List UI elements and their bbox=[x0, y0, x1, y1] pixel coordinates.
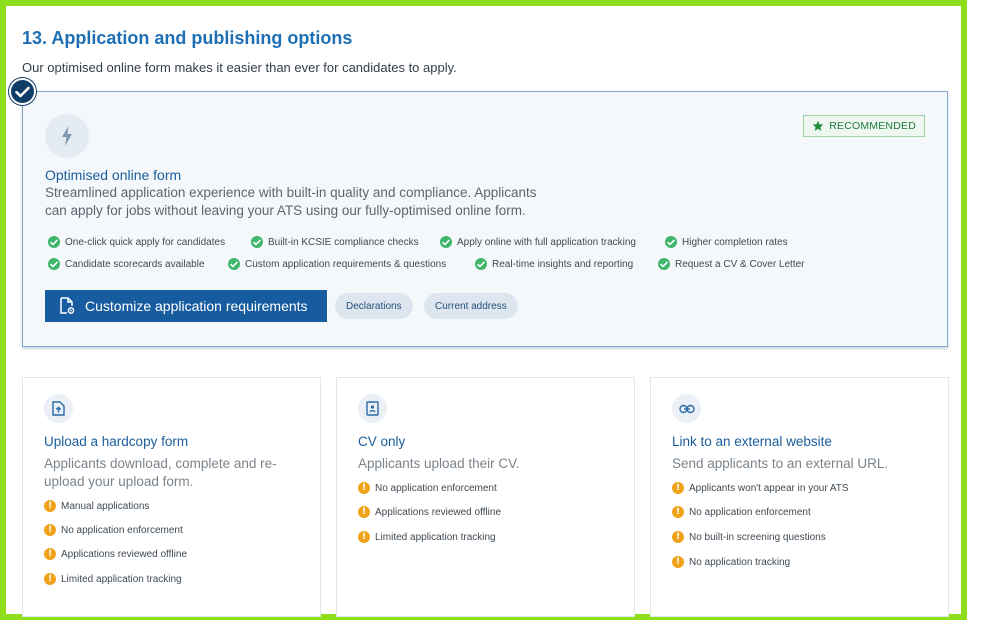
warning-item: ! Applications reviewed offline bbox=[44, 548, 187, 560]
document-settings-icon bbox=[60, 297, 75, 314]
warning-item: ! Manual applications bbox=[44, 500, 149, 512]
chip-declarations[interactable]: Declarations bbox=[335, 293, 413, 319]
warning-icon: ! bbox=[358, 482, 370, 494]
warning-icon: ! bbox=[44, 548, 56, 560]
warning-icon: ! bbox=[672, 506, 684, 518]
feature-label: Apply online with full application track… bbox=[457, 236, 636, 248]
warning-label: No application enforcement bbox=[61, 524, 183, 536]
warning-item: ! Applicants won't appear in your ATS bbox=[672, 482, 849, 494]
option-title: CV only bbox=[358, 434, 406, 449]
option-card-optimised-online-form[interactable]: RECOMMENDED Optimised online form Stream… bbox=[22, 91, 948, 347]
warning-label: Applicants won't appear in your ATS bbox=[689, 482, 849, 494]
star-icon bbox=[812, 120, 824, 131]
option-card-upload-hardcopy-form[interactable]: Upload a hardcopy form Applicants downlo… bbox=[22, 377, 321, 617]
upload-file-icon bbox=[44, 394, 73, 423]
warning-item: ! Limited application tracking bbox=[358, 531, 496, 543]
option-description-line-2: upload your upload form. bbox=[44, 474, 194, 489]
link-icon bbox=[672, 394, 701, 423]
section-subtitle: Our optimised online form makes it easie… bbox=[22, 60, 457, 75]
feature-label: Candidate scorecards available bbox=[65, 258, 205, 270]
option-description-line-1: Send applicants to an external URL. bbox=[672, 456, 889, 471]
warning-icon: ! bbox=[44, 524, 56, 536]
feature-item: Higher completion rates bbox=[665, 236, 788, 248]
warning-label: Manual applications bbox=[61, 500, 150, 512]
warning-label: Limited application tracking bbox=[375, 531, 496, 543]
option-description-line-1: Streamlined application experience with … bbox=[45, 185, 537, 200]
warning-label: No application enforcement bbox=[375, 482, 497, 494]
feature-label: Custom application requirements & questi… bbox=[245, 258, 447, 270]
warning-label: Applications reviewed offline bbox=[61, 548, 188, 560]
warning-item: ! No application enforcement bbox=[358, 482, 497, 494]
option-description-line-1: Applicants download, complete and re- bbox=[44, 456, 277, 471]
chip-current-address[interactable]: Current address bbox=[424, 293, 518, 319]
warning-item: ! No built-in screening questions bbox=[672, 531, 826, 543]
option-title: Upload a hardcopy form bbox=[44, 434, 189, 449]
feature-item: One-click quick apply for candidates bbox=[48, 236, 225, 248]
warning-label: No application enforcement bbox=[689, 506, 811, 518]
warning-label: No application tracking bbox=[689, 556, 791, 568]
warning-icon: ! bbox=[358, 506, 370, 518]
feature-label: One-click quick apply for candidates bbox=[65, 236, 226, 248]
application-options-section: 13. Application and publishing options O… bbox=[0, 0, 967, 620]
check-circle-icon bbox=[658, 258, 670, 270]
warning-label: Limited application tracking bbox=[61, 573, 182, 585]
warning-icon: ! bbox=[672, 531, 684, 543]
feature-item: Candidate scorecards available bbox=[48, 258, 205, 270]
check-circle-icon bbox=[475, 258, 487, 270]
warning-icon: ! bbox=[672, 482, 684, 494]
warning-label: Applications reviewed offline bbox=[375, 506, 502, 518]
feature-item: Request a CV & Cover Letter bbox=[658, 258, 805, 270]
recommended-badge: RECOMMENDED bbox=[803, 115, 925, 137]
cv-document-icon bbox=[358, 394, 387, 423]
check-circle-icon bbox=[665, 236, 677, 248]
feature-item: Apply online with full application track… bbox=[440, 236, 636, 248]
warning-label: No built-in screening questions bbox=[689, 531, 826, 543]
warning-item: ! Limited application tracking bbox=[44, 573, 182, 585]
warning-item: ! No application enforcement bbox=[44, 524, 183, 536]
feature-item: Real-time insights and reporting bbox=[475, 258, 633, 270]
warning-item: ! Applications reviewed offline bbox=[358, 506, 501, 518]
feature-item: Built-in KCSIE compliance checks bbox=[251, 236, 419, 248]
feature-label: Built-in KCSIE compliance checks bbox=[268, 236, 419, 248]
warning-icon: ! bbox=[358, 531, 370, 543]
option-card-cv-only[interactable]: CV only Applicants upload their CV. ! No … bbox=[336, 377, 635, 617]
warning-icon: ! bbox=[672, 556, 684, 568]
warning-item: ! No application tracking bbox=[672, 556, 790, 568]
feature-label: Request a CV & Cover Letter bbox=[675, 258, 805, 270]
check-circle-icon bbox=[440, 236, 452, 248]
option-title: Optimised online form bbox=[45, 167, 182, 183]
check-circle-icon bbox=[251, 236, 263, 248]
option-card-external-website[interactable]: Link to an external website Send applica… bbox=[650, 377, 949, 617]
lightning-icon bbox=[45, 114, 89, 158]
feature-label: Higher completion rates bbox=[682, 236, 788, 248]
warning-icon: ! bbox=[44, 573, 56, 585]
feature-label: Real-time insights and reporting bbox=[492, 258, 634, 270]
selected-checkmark-icon bbox=[9, 78, 36, 105]
check-circle-icon bbox=[48, 236, 60, 248]
badge-label: RECOMMENDED bbox=[829, 120, 916, 132]
option-description-line-2: can apply for jobs without leaving your … bbox=[45, 203, 526, 218]
feature-item: Custom application requirements & questi… bbox=[228, 258, 446, 270]
customize-application-requirements-button[interactable]: Customize application requirements bbox=[45, 290, 327, 322]
option-description-line-1: Applicants upload their CV. bbox=[358, 456, 520, 471]
warning-icon: ! bbox=[44, 500, 56, 512]
section-title: 13. Application and publishing options bbox=[22, 28, 353, 48]
option-title: Link to an external website bbox=[672, 434, 832, 449]
cta-label: Customize application requirements bbox=[85, 298, 308, 314]
check-circle-icon bbox=[228, 258, 240, 270]
check-circle-icon bbox=[48, 258, 60, 270]
warning-item: ! No application enforcement bbox=[672, 506, 811, 518]
